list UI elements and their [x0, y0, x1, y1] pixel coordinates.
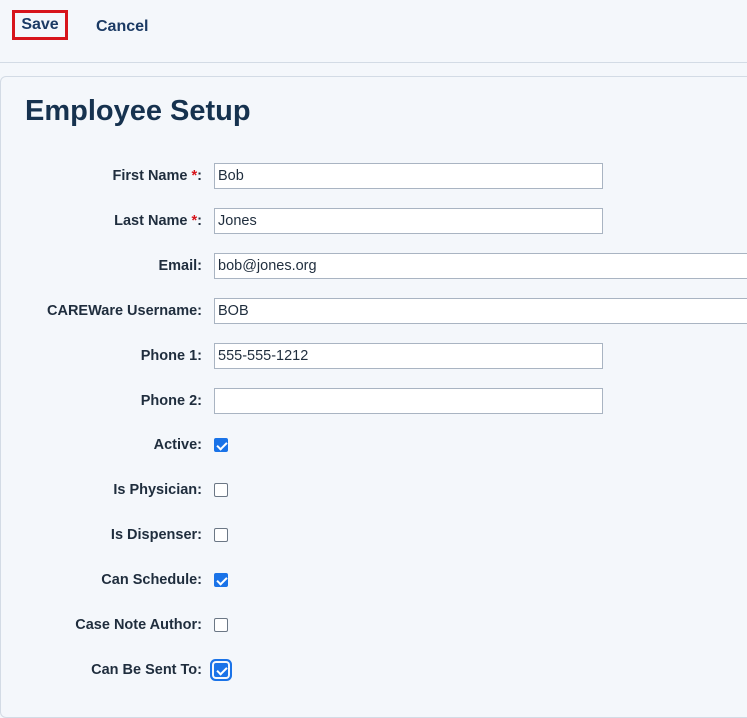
is-physician-label: Is Physician:: [113, 482, 202, 498]
cancel-button[interactable]: Cancel: [96, 16, 148, 38]
page-title: Employee Setup: [25, 95, 251, 127]
last-name-field[interactable]: [214, 208, 603, 234]
can-schedule-checkbox[interactable]: [214, 573, 228, 587]
can-be-sent-to-checkbox[interactable]: [214, 663, 228, 677]
can-schedule-label: Can Schedule:: [101, 572, 202, 588]
careware-username-row: CAREWare Username:: [0, 298, 747, 326]
first-name-row: First Name *:: [0, 163, 747, 191]
email-row: Email:: [0, 253, 747, 281]
phone2-row: Phone 2:: [0, 388, 747, 416]
can-be-sent-to-row: Can Be Sent To:: [0, 657, 747, 685]
is-dispenser-checkbox[interactable]: [214, 528, 228, 542]
active-row: Active:: [0, 432, 747, 460]
save-button[interactable]: Save: [12, 10, 68, 40]
phone2-field[interactable]: [214, 388, 603, 414]
is-physician-row: Is Physician:: [0, 477, 747, 505]
last-name-row: Last Name *:: [0, 208, 747, 236]
phone1-row: Phone 1:: [0, 343, 747, 371]
phone2-label: Phone 2:: [140, 393, 202, 409]
last-name-label: Last Name *:: [114, 213, 202, 229]
active-checkbox[interactable]: [214, 438, 228, 452]
can-schedule-row: Can Schedule:: [0, 567, 747, 595]
is-dispenser-label: Is Dispenser:: [110, 527, 202, 543]
active-label: Active:: [153, 437, 202, 453]
first-name-label: First Name *:: [112, 168, 202, 184]
is-dispenser-row: Is Dispenser:: [0, 522, 747, 550]
phone1-label: Phone 1:: [140, 348, 202, 364]
careware-username-field[interactable]: [214, 298, 747, 324]
phone1-field[interactable]: [214, 343, 603, 369]
case-note-author-row: Case Note Author:: [0, 612, 747, 640]
case-note-author-checkbox[interactable]: [214, 618, 228, 632]
is-physician-checkbox[interactable]: [214, 483, 228, 497]
first-name-field[interactable]: [214, 163, 603, 189]
email-field[interactable]: [214, 253, 747, 279]
case-note-author-label: Case Note Author:: [75, 617, 202, 633]
can-be-sent-to-label: Can Be Sent To:: [91, 662, 202, 678]
email-label: Email:: [158, 258, 202, 274]
careware-username-label: CAREWare Username:: [47, 303, 202, 319]
toolbar: Save Cancel: [0, 0, 747, 63]
